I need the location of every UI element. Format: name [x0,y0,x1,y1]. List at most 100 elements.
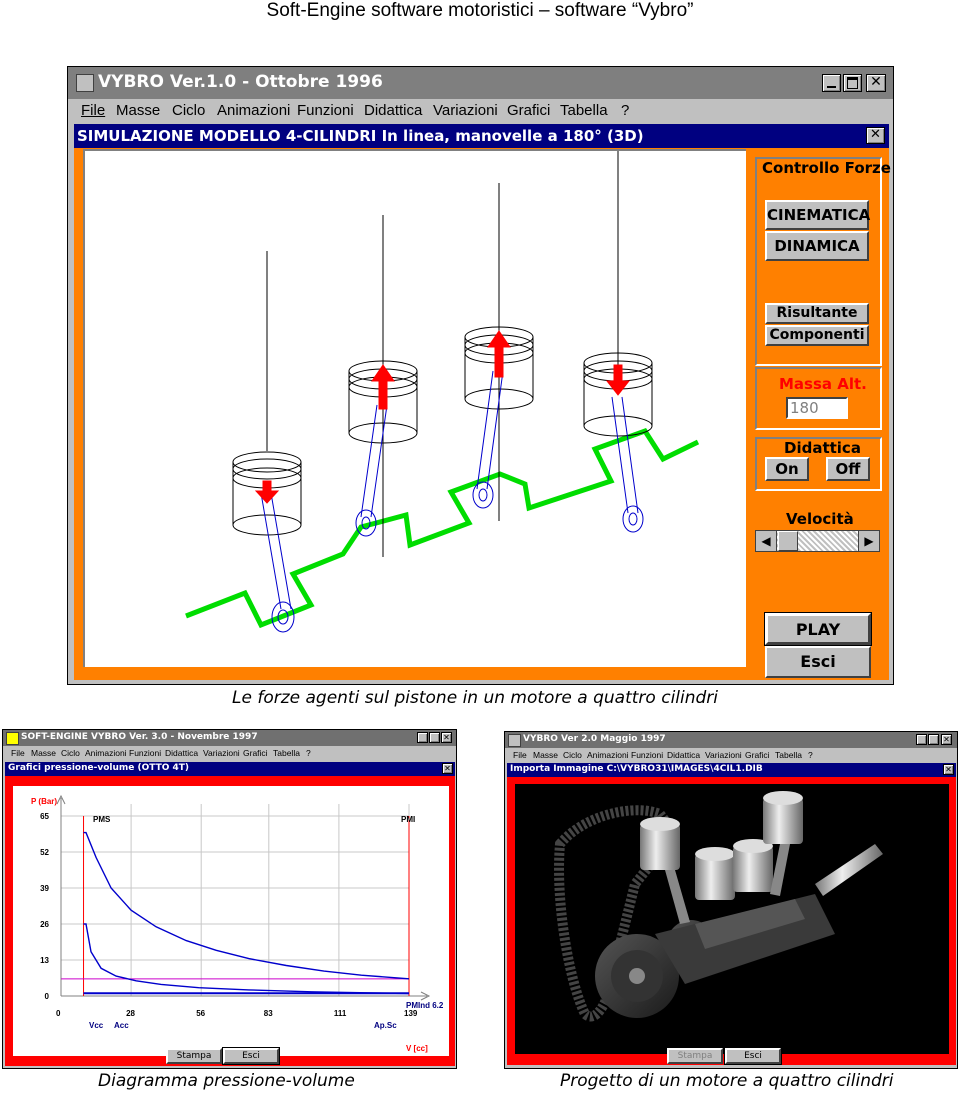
menu-file[interactable]: File [11,746,25,760]
simulation-close-button[interactable]: ✕ [866,127,885,144]
x-tick-label: 83 [264,1009,273,1018]
annotation-vcc: Vcc [89,1021,104,1030]
menu-funzioni[interactable]: Funzioni [631,748,663,762]
close-button[interactable]: ✕ [866,74,886,92]
pv-curve-2 [83,923,410,995]
menu-didattica[interactable]: Didattica [364,99,422,123]
app-icon [508,734,521,747]
minimize-button[interactable] [417,732,428,743]
menu-ciclo[interactable]: Ciclo [172,99,205,123]
dinamica-button[interactable]: DINAMICA [765,231,869,261]
pv-window: SOFT-ENGINE VYBRO Ver. 3.0 - Novembre 19… [2,729,457,1069]
image-sub-title: Importa Immagine C:\VYBRO31\IMAGES\4CIL1… [510,764,763,774]
risultante-button[interactable]: Risultante [765,303,869,324]
piston-2 [348,215,418,557]
pv-curve-1 [83,831,410,980]
image-esci-button[interactable]: Esci [724,1047,782,1065]
pv-close-button[interactable]: ✕ [442,763,453,774]
slider-thumb[interactable] [778,531,798,551]
didattica-label: Didattica [784,439,861,457]
annotation-acc: Acc [114,1021,129,1030]
menu-funzioni[interactable]: Funzioni [129,746,161,760]
image-stampa-button[interactable]: Stampa [667,1048,723,1064]
minimize-button[interactable] [916,734,927,745]
image-window: VYBRO Ver 2.0 Maggio 1997 ✕ File Masse C… [504,731,958,1069]
menu-masse[interactable]: Masse [31,746,56,760]
menu-masse[interactable]: Masse [533,748,558,762]
menu-tabella[interactable]: Tabella [273,746,300,760]
main-title: VYBRO Ver.1.0 - Ottobre 1996 [98,72,383,92]
pv-chart-area: 0 28 56 83 111 139 0 13 26 39 52 65 P (Bar) V [cc] … [13,786,449,1056]
cinematica-button[interactable]: CINEMATICA [765,200,870,230]
menu-ciclo[interactable]: Ciclo [563,748,582,762]
app-icon [6,732,19,745]
menu-help[interactable]: ? [621,99,629,123]
minimize-button[interactable] [822,74,841,92]
forces-control-title: Controllo Forze [762,159,891,177]
menu-help[interactable]: ? [808,748,813,762]
didattica-off-button[interactable]: Off [826,457,870,481]
menu-tabella[interactable]: Tabella [560,99,608,123]
menu-variazioni[interactable]: Variazioni [705,748,742,762]
menu-didattica[interactable]: Didattica [667,748,700,762]
menu-file[interactable]: File [513,748,527,762]
right-arrow-icon: ▶ [864,534,874,548]
componenti-button[interactable]: Componenti [765,325,869,346]
y-tick-label: 26 [40,920,49,929]
caption-right: Progetto di un motore a quattro cilindri [560,1071,894,1091]
slider-right-button[interactable]: ▶ [858,531,879,551]
slider-left-button[interactable]: ◀ [756,531,777,551]
maximize-button[interactable] [928,734,939,745]
left-arrow-icon: ◀ [761,534,771,548]
close-icon: ✕ [443,733,450,742]
menu-animazioni[interactable]: Animazioni [587,748,629,762]
play-button[interactable]: PLAY [764,612,872,646]
image-close-button[interactable]: ✕ [943,764,954,775]
image-title: VYBRO Ver 2.0 Maggio 1997 [523,734,666,744]
simulation-canvas [83,149,746,667]
pv-esci-button[interactable]: Esci [222,1047,280,1065]
image-title-bar: VYBRO Ver 2.0 Maggio 1997 ✕ [505,732,957,748]
close-button[interactable]: ✕ [441,732,452,743]
y-tick-label: 52 [40,848,49,857]
menu-ciclo[interactable]: Ciclo [61,746,80,760]
menu-variazioni[interactable]: Variazioni [203,746,240,760]
pv-chart: 0 28 56 83 111 13901326395265 P (Bar) V [cc] … [31,794,444,1053]
menu-grafici[interactable]: Grafici [243,746,268,760]
menu-animazioni[interactable]: Animazioni [85,746,127,760]
x-tick-label: 0 [56,1009,61,1018]
main-menubar: File Masse Ciclo Animazioni Funzioni Did… [68,99,893,123]
maximize-button[interactable] [429,732,440,743]
menu-tabella[interactable]: Tabella [775,748,802,762]
annotation-pms: PMS [93,815,111,824]
y-tick-label: 39 [40,884,49,893]
didattica-on-button[interactable]: On [765,457,809,481]
menu-help[interactable]: ? [306,746,311,760]
velocita-slider[interactable]: ◀ ▶ [755,530,880,552]
menu-grafici[interactable]: Grafici [745,748,770,762]
main-title-bar: VYBRO Ver.1.0 - Ottobre 1996 ✕ [68,67,893,99]
esci-button[interactable]: Esci [765,646,871,678]
y-tick-label: 65 [40,812,49,821]
velocita-label: Velocità [786,510,854,528]
menu-masse[interactable]: Masse [116,99,160,123]
pv-title: SOFT-ENGINE VYBRO Ver. 3.0 - Novembre 19… [21,732,258,742]
x-tick-label: 139 [404,1009,418,1018]
pv-menubar: File Masse Ciclo Animazioni Funzioni Did… [3,746,456,760]
menu-funzioni[interactable]: Funzioni [297,99,354,123]
menu-animazioni[interactable]: Animazioni [217,99,290,123]
page-header: Soft-Engine software motoristici – softw… [266,0,694,21]
menu-grafici[interactable]: Grafici [507,99,550,123]
close-icon: ✕ [870,74,882,90]
maximize-button[interactable] [843,74,862,92]
massa-input[interactable]: 180 [786,397,848,419]
menu-file[interactable]: File [81,99,105,123]
caption-top: Le forze agenti sul pistone in un motore… [232,688,719,708]
pv-sub-title: Grafici pressione-volume (OTTO 4T) [8,763,190,773]
annotation-pmind: PMInd 6.2 [406,1001,444,1010]
x-axis-label: V [cc] [406,1044,428,1053]
menu-didattica[interactable]: Didattica [165,746,198,760]
menu-variazioni[interactable]: Variazioni [433,99,498,123]
close-button[interactable]: ✕ [941,734,952,745]
pv-stampa-button[interactable]: Stampa [166,1048,222,1064]
